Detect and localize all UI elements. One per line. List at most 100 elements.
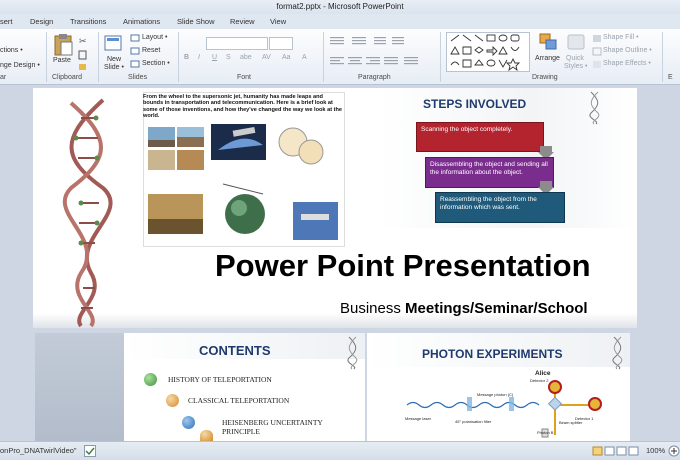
tab-slide-show[interactable]: Slide Show [177, 14, 215, 29]
reset-button[interactable]: Reset [142, 47, 160, 54]
step-1-text: Scanning the object completely. [421, 126, 513, 133]
ribbon-tabs: sert Design Transitions Animations Slide… [0, 14, 680, 29]
alice-label: Alice [535, 370, 551, 377]
step-3-box: Reassembling the object from the informa… [435, 192, 565, 223]
dna-small-icon [589, 91, 600, 125]
inventions-collage-image [148, 124, 338, 240]
bullet-4-icon [200, 430, 213, 441]
title-bar: format2.pptx - Microsoft PowerPoint [0, 0, 680, 14]
slide-canvas[interactable]: From the wheel to the supersonic jet, hu… [0, 85, 680, 441]
section-button[interactable]: Section • [142, 60, 170, 67]
status-bar: onPro_DNATwirlVideo" 100% [0, 441, 680, 460]
status-file-name: onPro_DNATwirlVideo" [0, 446, 77, 455]
tab-review[interactable]: Review [230, 14, 255, 29]
quick-styles-icon[interactable] [566, 33, 586, 51]
presentation-title: Power Point Presentation [215, 248, 591, 283]
new-slide-icon[interactable] [104, 34, 122, 54]
dna-small-icon [612, 336, 623, 370]
paragraph-tools-icons[interactable] [328, 35, 438, 69]
step-3-text: Reassembling the object from the informa… [440, 196, 537, 211]
contents-item-3: HEISENBERG UNCERTAINTY PRINCIPLE [222, 418, 323, 436]
arrange-icon[interactable] [539, 33, 559, 51]
photon-experiment-diagram [406, 380, 602, 438]
subtitle-bold: Meetings/Seminar/School [405, 300, 588, 317]
bold-button[interactable]: B [184, 54, 189, 61]
tab-design[interactable]: Design [30, 14, 53, 29]
italic-button[interactable]: I [198, 54, 200, 61]
canvas-background-lower-left [35, 333, 124, 441]
shape-format-icons [592, 35, 602, 68]
layout-button[interactable]: Layout • [142, 34, 167, 41]
zoom-in-icon[interactable] [668, 445, 680, 457]
ribbon-separator [323, 32, 324, 82]
photon-title: PHOTON EXPERIMENTS [422, 347, 563, 361]
font-group-label: Font [237, 74, 252, 81]
shape-effects-button[interactable]: Shape Effects • [603, 60, 651, 67]
message-photon-label: Message photon (C) [477, 392, 514, 397]
font-size-combo[interactable] [269, 37, 293, 50]
clipboard-group-label: Clipboard [52, 74, 82, 81]
message-laser-label: Message laser [405, 416, 432, 421]
change-case-button[interactable]: Aa [282, 54, 291, 61]
char-spacing-button[interactable]: AV [262, 54, 271, 61]
ribbon-separator [46, 32, 47, 82]
bullet-2-icon [166, 394, 179, 407]
beam-splitter-label: Beam splitter [559, 420, 583, 425]
tab-insert[interactable]: sert [0, 14, 13, 29]
dna-helix-image [62, 98, 113, 328]
shape-outline-button[interactable]: Shape Outline • [603, 47, 652, 54]
editing-group-label: E [668, 74, 673, 81]
steps-title: STEPS INVOLVED [423, 97, 527, 111]
quick-styles-label[interactable]: Quick [566, 55, 584, 62]
step-1-box: Scanning the object completely. [416, 122, 544, 152]
slides-small-icons [130, 34, 140, 68]
contents-title: CONTENTS [199, 343, 271, 358]
paste-icon[interactable] [52, 33, 74, 57]
window-title: format2.pptx - Microsoft PowerPoint [276, 2, 404, 11]
slide-3-photon-experiments[interactable]: PHOTON EXPERIMENTS Alice Detector 2 Dete… [367, 333, 630, 441]
paragraph-group-label: Paragraph [358, 74, 391, 81]
drawing-group-label: Drawing [532, 74, 558, 81]
canvas-background-lower-right [632, 333, 680, 441]
quick-styles-label-2[interactable]: Styles • [564, 63, 587, 70]
slide-2-contents[interactable]: CONTENTS HISTORY OF TELEPORTATION CLASSI… [124, 333, 365, 441]
strikethrough-button[interactable]: S [226, 54, 231, 61]
intro-text: From the wheel to the supersonic jet, hu… [143, 94, 343, 120]
font-color-button[interactable]: A [302, 54, 307, 61]
photon-b-label: Photon B [537, 430, 554, 435]
slide-1[interactable]: From the wheel to the supersonic jet, hu… [33, 88, 637, 328]
arrange-button[interactable]: Arrange [535, 55, 560, 62]
ribbon-separator [178, 32, 179, 82]
ribbon: ctions • nge Design • ar Paste ✂ Clipboa… [0, 29, 680, 85]
polarisation-filter-label: 45° polarisation filter [455, 419, 492, 424]
shadow-button[interactable]: abe [240, 54, 252, 61]
svg-text:✂: ✂ [79, 36, 87, 46]
actions-button[interactable]: ctions • [0, 47, 23, 54]
bullet-1-icon [144, 373, 157, 386]
view-buttons-icon[interactable] [592, 446, 640, 456]
shape-fill-button[interactable]: Shape Fill • [603, 34, 639, 41]
spell-check-icon[interactable] [84, 445, 96, 457]
slides-group-label: Slides [128, 74, 148, 81]
new-slide-label-2[interactable]: Slide • [104, 64, 124, 71]
contents-item-2: CLASSICAL TELEPORTATION [188, 396, 290, 405]
tab-view[interactable]: View [270, 14, 286, 29]
zoom-level[interactable]: 100% [646, 442, 665, 460]
detector-2-label: Detector 2 [530, 378, 549, 383]
clipboard-small-icons[interactable]: ✂ [78, 35, 88, 73]
tab-animations[interactable]: Animations [123, 14, 160, 29]
underline-button[interactable]: U [212, 54, 217, 61]
step-2-text: Disassembling the object and sending all… [430, 161, 548, 176]
tab-transitions[interactable]: Transitions [70, 14, 106, 29]
dna-small-icon [347, 336, 358, 370]
bullet-3-icon [182, 416, 195, 429]
paste-button[interactable]: Paste [53, 57, 71, 64]
presentation-subtitle: Business Meetings/Seminar/School [340, 300, 588, 317]
new-slide-label[interactable]: New [107, 56, 121, 63]
subtitle-prefix: Business [340, 300, 406, 317]
shapes-gallery-icon[interactable] [446, 32, 530, 72]
change-design-button[interactable]: nge Design • [0, 62, 40, 69]
font-name-combo[interactable] [206, 37, 268, 50]
ribbon-separator [662, 32, 663, 82]
ribbon-separator [98, 32, 99, 82]
